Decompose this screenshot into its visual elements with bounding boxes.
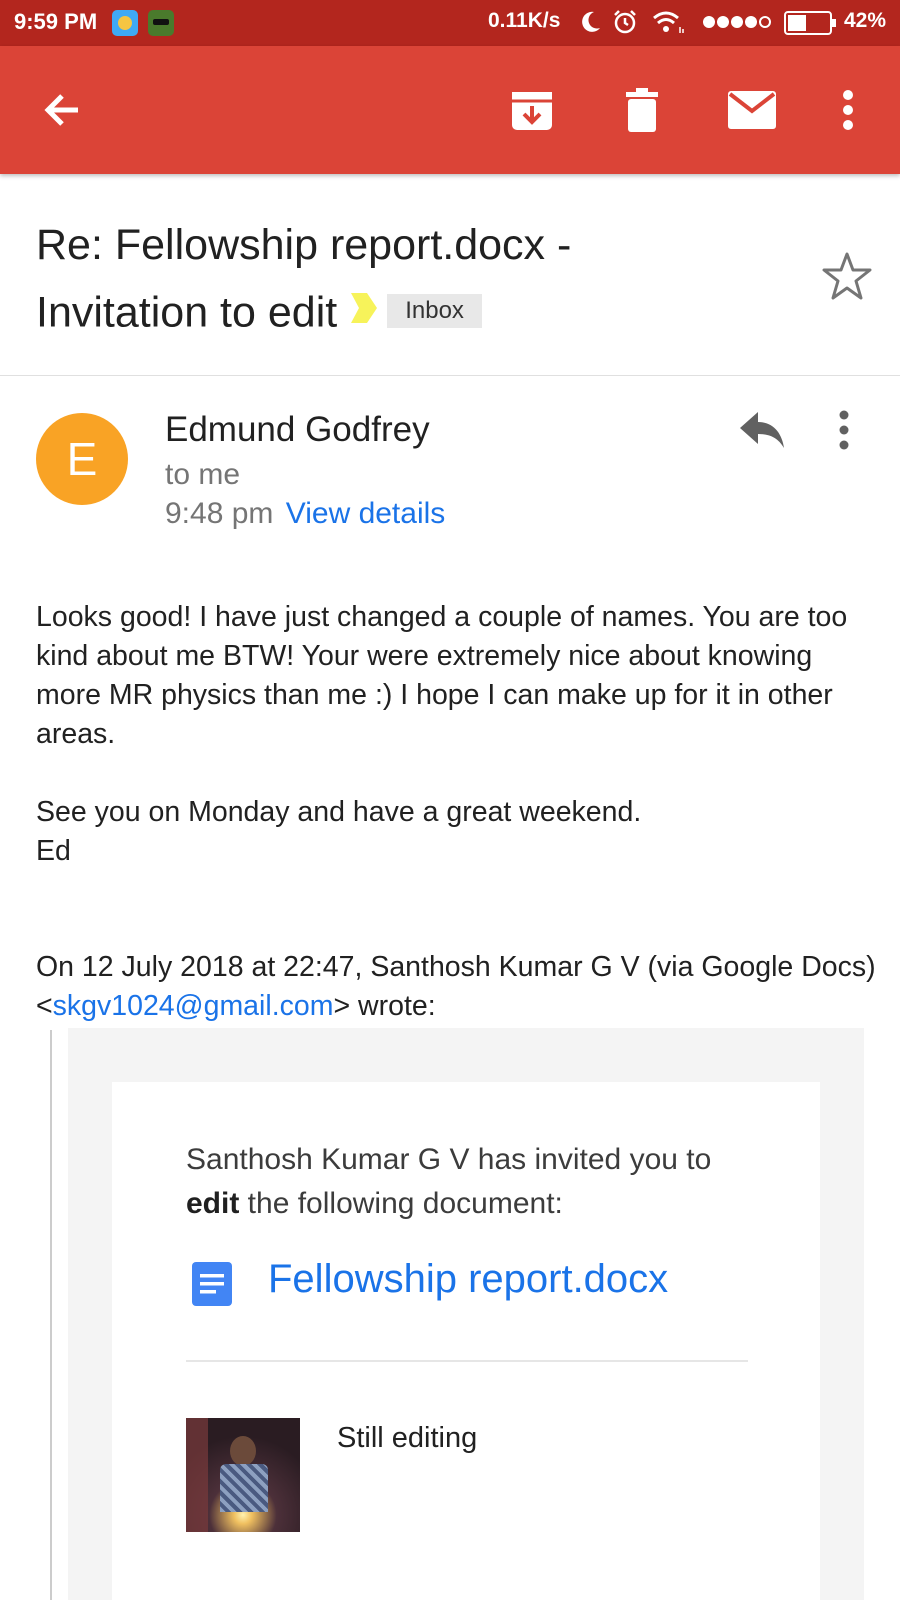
moon-icon [582,11,600,32]
recipient-text: to me [165,458,241,491]
email-subject: Re: Fellowship report.docx - Invitation … [36,212,796,352]
mark-unread-button[interactable] [724,82,780,138]
subject-line-2: Invitation to edit [36,288,338,337]
inbox-label[interactable]: Inbox [387,294,482,328]
star-icon [822,252,872,300]
network-speed: 0.11K/s [488,9,561,32]
sender-name[interactable]: Edmund Godfrey [165,410,430,450]
delete-button[interactable] [614,82,670,138]
battery-percent: 42% [844,9,887,32]
importance-marker-icon[interactable] [349,278,379,344]
message-signoff: See you on Monday and have a great weeke… [36,793,866,871]
signal-strength-icon [703,16,771,28]
trash-icon [626,88,658,132]
notification-app-icon [112,10,138,36]
comment-text: Still editing [337,1422,478,1454]
more-vert-icon [839,410,849,450]
archive-icon [512,92,552,130]
document-link[interactable]: Fellowship report.docx [268,1257,668,1302]
notification-app-icon-2 [148,10,174,36]
quote-bar [50,1030,52,1600]
arrow-back-icon [44,94,78,126]
back-button[interactable] [34,82,90,138]
body-paragraph-2: See you on Monday and have a great weeke… [36,796,642,828]
status-time: 9:59 PM [14,9,98,34]
more-vert-icon [843,90,853,130]
battery-icon [784,11,836,35]
message-body: Looks good! I have just changed a couple… [36,598,866,754]
reply-icon [740,412,784,448]
reply-button[interactable] [738,410,788,460]
card-divider [186,1360,748,1362]
quoted-email-link[interactable]: skgv1024@gmail.com [53,990,334,1022]
commenter-photo [186,1418,300,1532]
app-bar [0,46,900,174]
message-time-row: 9:48 pm View details [165,497,445,531]
message-more-button[interactable] [838,410,868,456]
star-button[interactable] [820,250,874,304]
header-divider [0,375,900,376]
signature: Ed [36,835,71,867]
alarm-icon [614,10,636,34]
invitation-text: Santhosh Kumar G V has invited you to ed… [186,1138,766,1226]
invite-text-start: Santhosh Kumar G V has invited you to [186,1143,712,1176]
view-details-link[interactable]: View details [286,497,446,530]
status-bar: 9:59 PM 0.11K/s 42% [0,0,900,46]
more-options-button[interactable] [820,82,876,138]
subject-line-1: Re: Fellowship report.docx - [36,221,572,269]
wifi-icon [653,11,684,33]
sender-avatar[interactable]: E [36,413,128,505]
quote-intro: On 12 July 2018 at 22:47, Santhosh Kumar… [36,948,876,1026]
invite-text-bold: edit [186,1187,240,1220]
archive-button[interactable] [504,82,560,138]
mail-icon [728,91,776,129]
body-paragraph: Looks good! I have just changed a couple… [36,601,848,750]
quote-intro-end: > wrote: [333,990,436,1022]
message-time: 9:48 pm [165,497,274,530]
google-docs-icon[interactable] [190,1262,234,1306]
invite-text-end: the following document: [239,1187,563,1220]
